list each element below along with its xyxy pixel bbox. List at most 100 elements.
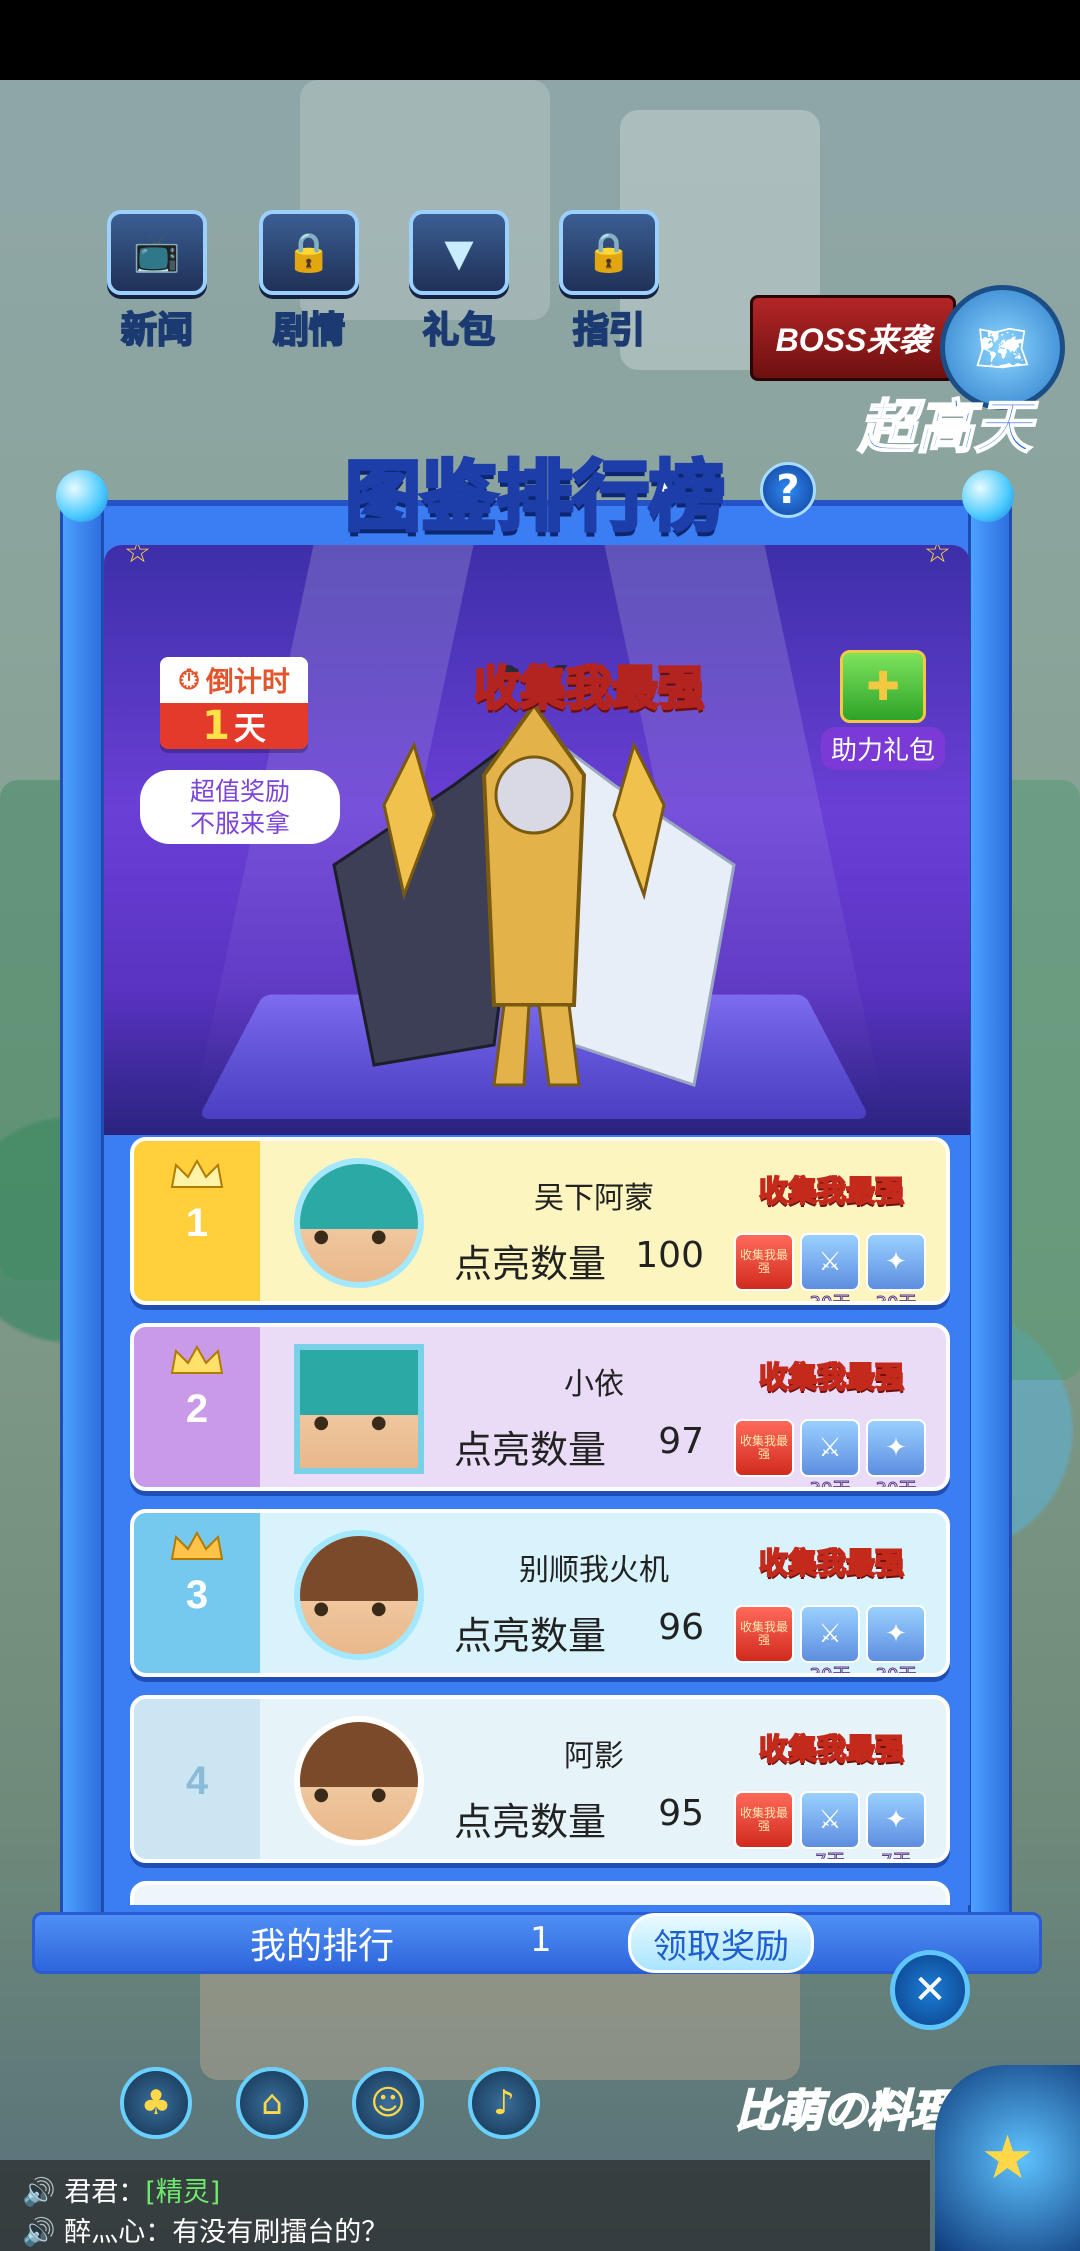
support-gift-label: 助力礼包 (820, 727, 945, 770)
rank-number: 2 (185, 1387, 209, 1431)
rank-badge: 4 (134, 1699, 260, 1859)
panel-pillar-left (60, 480, 104, 1960)
crown-icon (170, 1159, 224, 1188)
avatar: ● ● (294, 1716, 424, 1846)
lit-count-value: 95 (658, 1793, 704, 1834)
top-menu-story[interactable]: 🔒 剧情 (244, 210, 374, 360)
main-action-button[interactable]: ★ (935, 2065, 1080, 2251)
countdown-value: 1 (202, 703, 230, 749)
armor-icon: ⚔ (818, 1433, 842, 1463)
reward-wing-item[interactable]: ✦ (866, 1419, 926, 1477)
panda-icon: ☺ (370, 2083, 406, 2123)
bottom-nav-tree[interactable]: ♣ (120, 2067, 192, 2139)
reward-title: 收集我最强 (758, 1547, 905, 1581)
ranking-row[interactable]: 1 ● ● 吴下阿蒙 点亮数量 100 收集我最强 收集我最强 ⚔ ✦ 30天 … (130, 1137, 950, 1305)
event-banner-text[interactable]: 超高天 (857, 380, 1033, 464)
reward-ticket-item[interactable]: 收集我最强 (734, 1233, 794, 1291)
reward-title: 收集我最强 (758, 1175, 905, 1209)
crown-icon (170, 1531, 224, 1560)
rank-number: 3 (185, 1573, 209, 1617)
top-menu-gift[interactable]: ▼ 礼包 (394, 210, 524, 360)
avatar-hair (300, 1722, 418, 1787)
player-name: 吴下阿蒙 (534, 1181, 654, 1216)
star-icon: ☆ (124, 545, 151, 570)
bottom-nav-home[interactable]: ⌂ (236, 2067, 308, 2139)
top-menu-news[interactable]: 📺 新闻 (92, 210, 222, 360)
reward-wing-item[interactable]: ✦ (866, 1233, 926, 1291)
reward-duration: 30天 (875, 1665, 917, 1677)
armor-icon: ⚔ (818, 1247, 842, 1277)
boss-event-button[interactable]: BOSS来袭 (750, 295, 956, 381)
tv-news-icon: 📺 (107, 210, 207, 295)
reward-duration: 30天 (875, 1293, 917, 1305)
lit-count-label: 点亮数量 (454, 1428, 607, 1472)
sprout-icon: ♣ (140, 2083, 172, 2123)
wing-icon: ✦ (885, 1247, 907, 1277)
my-rank-label: 我的排行 (250, 1926, 395, 1967)
reward-ticket-item[interactable]: 收集我最强 (734, 1419, 794, 1477)
lit-count-value: 100 (635, 1235, 704, 1276)
wing-icon: ✦ (885, 1619, 907, 1649)
avatar: ● ● (294, 1344, 424, 1474)
reward-ticket-item[interactable]: 收集我最强 (734, 1605, 794, 1663)
reward-wing-item[interactable]: ✦ (866, 1791, 926, 1849)
chat-text: 有没有刷擂台的？ (172, 2217, 389, 2248)
guide-icon: 🔒 (559, 210, 659, 295)
player-name: 小依 (564, 1367, 624, 1402)
star-wand-icon: ★ (980, 2123, 1035, 2193)
chat-message: 🔊 醉灬心：有没有刷擂台的？ (22, 2210, 388, 2249)
crown-icon (170, 1345, 224, 1374)
lit-count-label: 点亮数量 (454, 1614, 607, 1658)
ranking-list[interactable]: 1 ● ● 吴下阿蒙 点亮数量 100 收集我最强 收集我最强 ⚔ ✦ 30天 … (104, 1135, 970, 1905)
ranking-row[interactable]: 4 ● ● 阿影 点亮数量 95 收集我最强 收集我最强 ⚔ ✦ 7天 7天 (130, 1695, 950, 1863)
top-menu-label: 礼包 (422, 308, 496, 351)
reward-armor-item[interactable]: ⚔ (800, 1605, 860, 1663)
gift-box-icon: ▼ (409, 210, 509, 295)
reward-wing-item[interactable]: ✦ (866, 1605, 926, 1663)
countdown-unit: 天 (233, 709, 266, 747)
reward-armor-item[interactable]: ⚔ (800, 1419, 860, 1477)
panel-title-bar: 图鉴排行榜 (235, 440, 835, 542)
close-button[interactable]: ✕ (890, 1950, 970, 2030)
bottom-nav-bell[interactable]: ♪ (468, 2067, 540, 2139)
pillar-orb-left (56, 470, 108, 522)
reward-duration: 30天 (809, 1293, 851, 1305)
reward-title: 收集我最强 (758, 1361, 905, 1395)
ranking-row[interactable]: 2 ● ● 小依 点亮数量 97 收集我最强 收集我最强 ⚔ ✦ 30天 30天 (130, 1323, 950, 1491)
support-gift-button[interactable]: ✚ 助力礼包 (818, 650, 948, 770)
reward-armor-item[interactable]: ⚔ (800, 1791, 860, 1849)
chat-sender: 君君： (64, 2177, 146, 2208)
rank-badge: 2 (134, 1327, 260, 1487)
avatar: ● ● (294, 1158, 424, 1288)
ranking-row[interactable]: 3 ● ● 别顺我火机 点亮数量 96 收集我最强 收集我最强 ⚔ ✦ 30天 … (130, 1509, 950, 1677)
rank-badge: 3 (134, 1513, 260, 1673)
claim-reward-button[interactable]: 领取奖励 (628, 1913, 814, 1973)
countdown-label: 倒计时 (205, 665, 290, 698)
chat-box[interactable]: 🔊 君君：[精灵] 🔊 醉灬心：有没有刷擂台的？ (0, 2160, 930, 2251)
corner-logo: 比萌の料理 (734, 2086, 956, 2137)
map-icon: 🗺 (974, 322, 1031, 374)
reward-bubble-line: 超值奖励 (189, 777, 290, 806)
avatar: ● ● (294, 1530, 424, 1660)
reward-duration: 30天 (875, 1479, 917, 1491)
close-icon: ✕ (913, 1967, 947, 2013)
top-menu-guide[interactable]: 🔒 指引 (544, 210, 674, 360)
lit-count-label: 点亮数量 (454, 1242, 607, 1286)
player-name: 别顺我火机 (519, 1553, 669, 1588)
armor-icon: ⚔ (818, 1805, 842, 1835)
help-button[interactable]: ? (760, 462, 816, 518)
reward-ticket-item[interactable]: 收集我最强 (734, 1791, 794, 1849)
speaker-icon: 🔊 (22, 2177, 56, 2208)
bottom-nav-pets[interactable]: ☺ (352, 2067, 424, 2139)
armor-icon: ⚔ (818, 1619, 842, 1649)
star-icon: ☆ (924, 545, 951, 570)
reward-armor-item[interactable]: ⚔ (800, 1233, 860, 1291)
wing-icon: ✦ (885, 1433, 907, 1463)
top-menu-label: 新闻 (120, 308, 194, 351)
ranking-row-partial[interactable] (130, 1881, 950, 1905)
bell-icon: ♪ (493, 2083, 515, 2123)
chat-message: 🔊 君君：[精灵] (22, 2170, 220, 2209)
gift-box-icon: ✚ (840, 650, 926, 723)
lit-count-value: 97 (658, 1421, 704, 1462)
house-icon: ⌂ (261, 2083, 283, 2123)
